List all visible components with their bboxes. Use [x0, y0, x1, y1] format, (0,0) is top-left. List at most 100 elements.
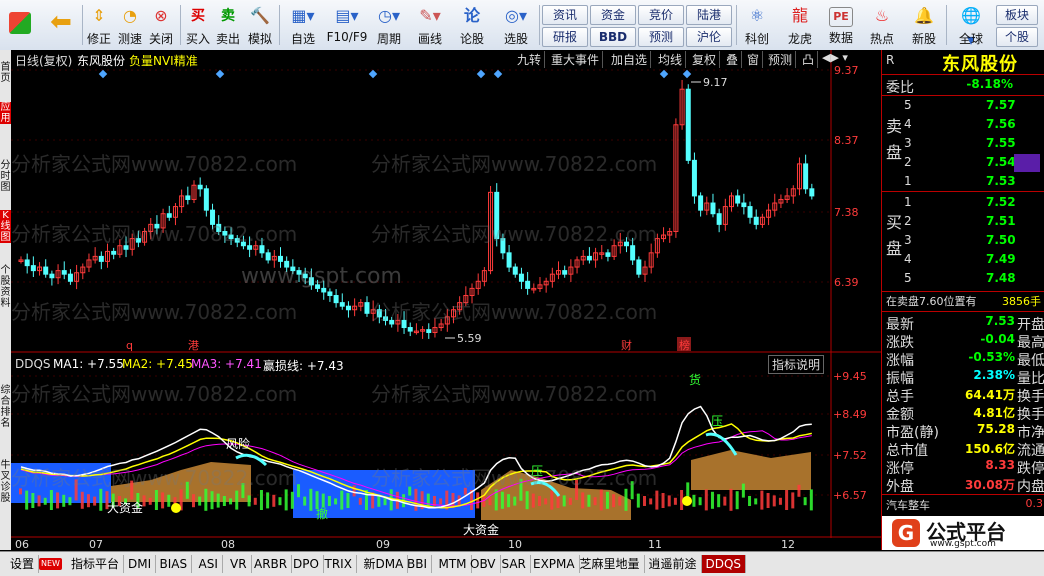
measure-button[interactable]: ◔ 测速 [115, 2, 145, 48]
sub-bar [272, 494, 276, 507]
indicator-tab[interactable]: 设置 [6, 555, 40, 573]
sub-bar [599, 489, 603, 511]
indicator-tab[interactable]: OBV [466, 555, 501, 573]
indicator-tab[interactable]: 新DMA [360, 555, 409, 573]
quick-hk-connect[interactable]: 陆港 [686, 5, 732, 25]
stock-name-label: 东风股份 [77, 54, 126, 68]
sell-label: 卖出 [215, 32, 240, 46]
sector-row[interactable]: 汽车整车 0.3 [882, 497, 1044, 515]
stat-row: 最新 7.53 开盘 [882, 314, 1044, 333]
stock-select-label: 选股 [503, 32, 528, 46]
new-stock-button[interactable]: 🔔 新股 [906, 2, 942, 48]
stat-label: 涨幅 [886, 353, 914, 369]
sub-bar [358, 497, 362, 505]
sub-bar [247, 495, 251, 507]
quick-shanghai-london[interactable]: 沪伦 [686, 27, 732, 47]
indicator-tab[interactable]: BIAS [156, 555, 193, 573]
menu-grid-button[interactable] [4, 2, 36, 48]
sub-bar [284, 489, 288, 511]
indicator-explain-button[interactable]: 指标说明 [768, 355, 825, 374]
indicator-tab[interactable]: 指标平台 [67, 555, 125, 573]
stat-row: 涨停 8.33 跌停 [882, 458, 1044, 477]
data-button[interactable]: PE 数据 [824, 2, 858, 48]
rail-kline[interactable]: K线图 [0, 210, 11, 243]
stat-label-right: 跌停 [1017, 461, 1044, 477]
sub-signal-tag: 货 [689, 372, 701, 387]
chart-menu-item[interactable]: 九转 [514, 51, 546, 68]
single-stock-button[interactable]: 个股 [996, 27, 1038, 47]
fix-button[interactable]: ⇕ 修正 [84, 2, 114, 48]
sell-button[interactable]: 卖 卖出 [214, 2, 242, 48]
stock-select-button[interactable]: ◎▾ 选股 [496, 2, 536, 48]
indicator-tab[interactable]: DDQS [701, 555, 747, 573]
hot-button[interactable]: ♨ 热点 [864, 2, 900, 48]
rail-stock-info[interactable]: 个股资料 [0, 265, 11, 309]
f10-button[interactable]: ▤▾ F10/F9 [325, 2, 369, 48]
indicator-label[interactable]: 负量NVI精准 [129, 52, 198, 69]
rail-intraday[interactable]: 分时图 [0, 160, 11, 193]
indicator-tab[interactable]: BBI [403, 555, 433, 573]
sub-bar [334, 498, 338, 505]
quick-forecast[interactable]: 预测 [638, 27, 684, 47]
chart-nav-arrows[interactable]: ◀▶ ▾ [822, 51, 848, 64]
event-tag[interactable]: q [126, 339, 133, 352]
sub-bar [760, 490, 764, 510]
quick-news[interactable]: 资讯 [542, 5, 588, 25]
indicator-tab[interactable]: ARBR [250, 555, 293, 573]
date-label: 09 [376, 538, 390, 550]
sub-bar [791, 492, 795, 509]
sub-bar [253, 497, 257, 505]
quick-funds[interactable]: 资金 [590, 5, 636, 25]
chart-menu-item[interactable]: 均线 [655, 51, 687, 68]
indicator-tab[interactable]: DPO [289, 555, 324, 573]
buy-button[interactable]: 买 买入 [184, 2, 212, 48]
rail-diagnose[interactable]: 牛叉诊股 [0, 460, 11, 504]
sector-button[interactable]: 板块 [996, 5, 1038, 25]
period-label[interactable]: 日线(复权) [15, 52, 72, 69]
dragon-button[interactable]: 龍 龙虎 [780, 2, 820, 48]
chart-menu-item[interactable]: 加自选 [608, 51, 652, 68]
quick-auction[interactable]: 竞价 [638, 5, 684, 25]
back-button[interactable]: ⬅ [44, 2, 78, 48]
indicator-tab[interactable]: 逍遥前途 [645, 555, 702, 573]
quick-research[interactable]: 研报 [542, 27, 588, 47]
science-button[interactable]: ⚛ 科创 [740, 2, 774, 48]
event-tag[interactable]: 榜 [679, 338, 690, 352]
period-button[interactable]: ◷▾ 周期 [370, 2, 408, 48]
data-label: 数据 [828, 31, 853, 45]
chart-menu-item[interactable]: 重大事件 [548, 51, 604, 68]
draw-button[interactable]: ✎▾ 画线 [411, 2, 449, 48]
chart-menu-item[interactable]: 窗 [744, 51, 764, 68]
date-label: 08 [221, 538, 235, 550]
event-tag[interactable]: 港 [188, 339, 199, 352]
simulate-button[interactable]: 🔨 模拟 [245, 2, 275, 48]
chart-menu-item[interactable]: 复权 [689, 51, 721, 68]
indicator-tab[interactable]: EXPMA [529, 555, 580, 573]
rail-apps[interactable]: 应用 [0, 102, 11, 124]
sell-level: 2 [904, 155, 912, 169]
chart-menu-item[interactable]: 凸 [799, 51, 819, 68]
rail-ranking[interactable]: 综合排名 [0, 385, 11, 429]
indicator-tab[interactable]: TRIX [321, 555, 357, 573]
indicator-tab[interactable]: VR [226, 555, 252, 573]
buy-row: 2 7.51 [882, 214, 1044, 232]
discuss-button[interactable]: 论 论股 [455, 2, 489, 48]
indicator-tab[interactable]: DMI [124, 555, 157, 573]
sub-bar [643, 496, 647, 506]
indicator-tab[interactable]: SAR [498, 555, 531, 573]
indicator-tab[interactable]: ASI [195, 555, 223, 573]
close-button[interactable]: ⊗ 关闭 [146, 2, 176, 48]
sub-bar [198, 496, 202, 506]
fix-label: 修正 [86, 32, 111, 46]
event-tag[interactable]: 财 [621, 338, 632, 352]
chart-menu-item[interactable]: 预测 [765, 51, 797, 68]
sub-bar [445, 490, 449, 510]
indicator-tab[interactable]: 芝麻里地量 [576, 555, 645, 573]
sub-indicator-name[interactable]: DDQS [15, 357, 51, 371]
chart-menu-item[interactable]: 叠 [723, 51, 743, 68]
global-button[interactable]: 🌐▾ 全球 [950, 2, 992, 49]
quick-bbd[interactable]: BBD [590, 27, 636, 47]
kline-chart-area[interactable]: 9.37 8.37 7.38 6.39 +9.45 +8.49 +7.52 +6.57 06 07… [11, 50, 881, 550]
watchlist-button[interactable]: ▦▾ 自选 [283, 2, 323, 48]
rail-home[interactable]: 首页 [0, 62, 11, 84]
